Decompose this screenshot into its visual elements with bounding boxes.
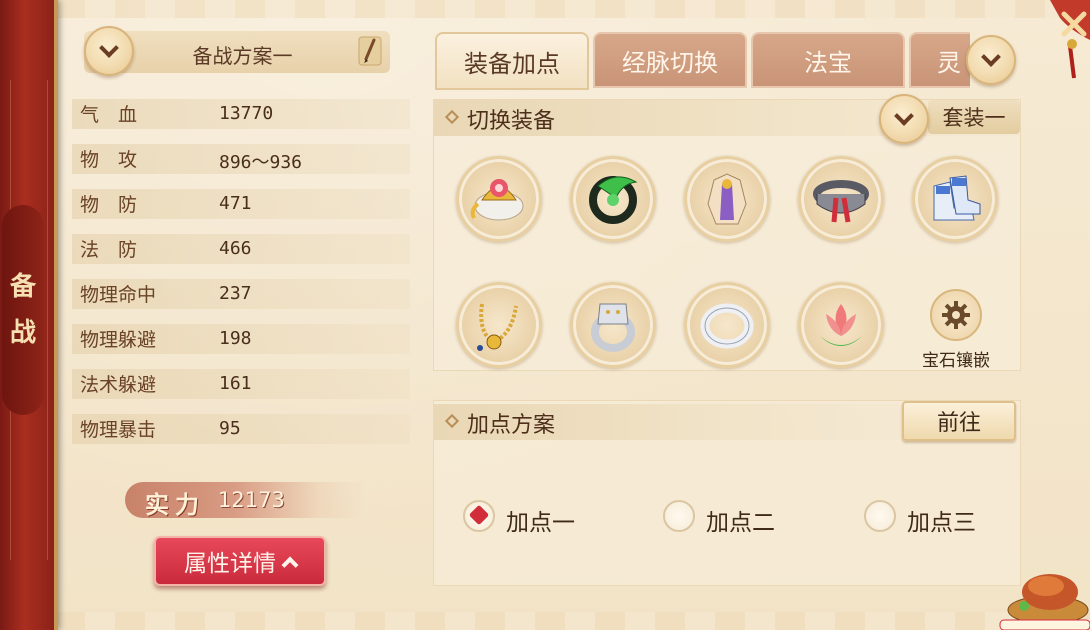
equip-slot-belt[interactable] bbox=[798, 156, 884, 242]
equip-slot-helmet[interactable] bbox=[456, 156, 542, 242]
bracelet-icon bbox=[700, 303, 754, 349]
attribute-value: 13770 bbox=[219, 103, 274, 124]
scheme-dropdown-button[interactable] bbox=[84, 26, 134, 76]
attribute-row: 物理命中 237 bbox=[72, 279, 410, 309]
attribute-value: 161 bbox=[219, 373, 252, 394]
chevron-down-icon bbox=[981, 47, 1001, 67]
attribute-name: 物理暴击 bbox=[80, 419, 157, 441]
attribute-value: 896～936 bbox=[219, 152, 303, 173]
attribute-name: 物 防 bbox=[80, 194, 138, 216]
roast-dish-icon bbox=[999, 574, 1090, 630]
attribute-row: 法 防 466 bbox=[72, 234, 410, 264]
gear-icon bbox=[942, 301, 970, 329]
plan-option-label[interactable]: 加点一 bbox=[506, 503, 575, 537]
equip-slot-robe[interactable] bbox=[684, 156, 770, 242]
tab-label: 经脉切换 bbox=[622, 48, 718, 77]
plan-option-radio-1[interactable] bbox=[463, 500, 495, 532]
attribute-name: 法术躲避 bbox=[80, 374, 157, 396]
plan-section-title: 加点方案 bbox=[467, 413, 556, 438]
brush-icon bbox=[358, 36, 382, 66]
goto-button[interactable]: 前往 bbox=[902, 401, 1016, 441]
armor-robe-icon bbox=[707, 173, 747, 225]
close-knot-icon[interactable] bbox=[1030, 0, 1090, 80]
gem-inlay-button[interactable] bbox=[930, 289, 982, 341]
side-tab-prepare[interactable]: 备 战 bbox=[2, 205, 44, 415]
suit-selector[interactable]: 套装一 bbox=[928, 100, 1020, 134]
side-tab-char: 备 bbox=[9, 272, 36, 302]
top-border-pattern bbox=[55, 0, 1090, 18]
plan-option-radio-3[interactable] bbox=[864, 500, 896, 532]
equip-slot-bracelet[interactable] bbox=[684, 282, 770, 368]
scheme-name: 备战方案一 bbox=[192, 44, 293, 68]
lion-ring-icon bbox=[591, 303, 635, 352]
goto-label: 前往 bbox=[936, 411, 981, 436]
attribute-row: 物理暴击 95 bbox=[72, 414, 410, 444]
attribute-value: 471 bbox=[219, 193, 252, 214]
attribute-value: 198 bbox=[219, 328, 252, 349]
tab-treasure[interactable]: 法宝 bbox=[751, 32, 905, 88]
helmet-icon bbox=[470, 179, 524, 221]
attribute-name: 法 防 bbox=[80, 239, 138, 261]
jade-pendant-icon bbox=[589, 176, 638, 224]
attribute-value: 237 bbox=[219, 283, 252, 304]
equip-slot-ring[interactable] bbox=[570, 282, 656, 368]
attribute-name: 物 攻 bbox=[80, 149, 138, 171]
attribute-name: 物理命中 bbox=[80, 284, 157, 306]
attribute-row: 法术躲避 161 bbox=[72, 369, 410, 399]
equip-slot-charm[interactable] bbox=[798, 282, 884, 368]
equip-slot-necklace[interactable] bbox=[456, 282, 542, 368]
tab-spirit[interactable]: 灵 bbox=[909, 32, 970, 88]
gem-inlay-label: 宝石镶嵌 bbox=[922, 351, 990, 371]
tab-label: 法宝 bbox=[804, 48, 852, 77]
plan-option-radio-2[interactable] bbox=[663, 500, 695, 532]
power-label: 实力 bbox=[145, 490, 205, 519]
side-tab-char: 战 bbox=[9, 318, 36, 348]
necklace-icon bbox=[477, 303, 518, 351]
equip-section-title: 切换装备 bbox=[467, 109, 556, 134]
more-tabs-button[interactable] bbox=[966, 35, 1016, 85]
tab-meridian-switch[interactable]: 经脉切换 bbox=[593, 32, 747, 88]
edit-scheme-button[interactable] bbox=[356, 35, 384, 67]
side-banner: 备 战 bbox=[0, 0, 58, 630]
plan-option-label[interactable]: 加点三 bbox=[907, 503, 976, 537]
bottom-border-pattern bbox=[55, 612, 1090, 630]
suit-dropdown-button[interactable] bbox=[879, 94, 929, 144]
suit-label: 套装一 bbox=[942, 106, 1006, 130]
tab-label: 灵 bbox=[937, 48, 961, 77]
attribute-detail-label: 属性详情 bbox=[184, 551, 276, 577]
attribute-row: 物理躲避 198 bbox=[72, 324, 410, 354]
attribute-name: 物理躲避 bbox=[80, 329, 157, 351]
equip-slot-boots[interactable] bbox=[912, 156, 998, 242]
attribute-name: 气 血 bbox=[80, 104, 138, 126]
plan-option-label[interactable]: 加点二 bbox=[706, 503, 775, 537]
lotus-charm-icon bbox=[820, 304, 862, 346]
attribute-row: 物 攻 896～936 bbox=[72, 144, 410, 174]
attribute-detail-button[interactable]: 属性详情 bbox=[154, 536, 326, 586]
attribute-row: 气 血 13770 bbox=[72, 99, 410, 129]
equip-slot-pendant[interactable] bbox=[570, 156, 656, 242]
belt-icon bbox=[813, 180, 869, 223]
chevron-down-icon bbox=[99, 38, 119, 58]
attribute-value: 95 bbox=[219, 418, 241, 439]
attribute-value: 466 bbox=[219, 238, 252, 259]
attribute-row: 物 防 471 bbox=[72, 189, 410, 219]
tab-bar: 装备加点 经脉切换 法宝 灵 bbox=[430, 28, 970, 90]
power-value: 12173 bbox=[218, 488, 285, 512]
tab-label: 装备加点 bbox=[464, 49, 560, 78]
tab-equip-points[interactable]: 装备加点 bbox=[435, 32, 589, 90]
chevron-down-icon bbox=[894, 106, 914, 126]
boots-icon bbox=[933, 175, 981, 221]
chevron-up-icon bbox=[281, 556, 299, 574]
